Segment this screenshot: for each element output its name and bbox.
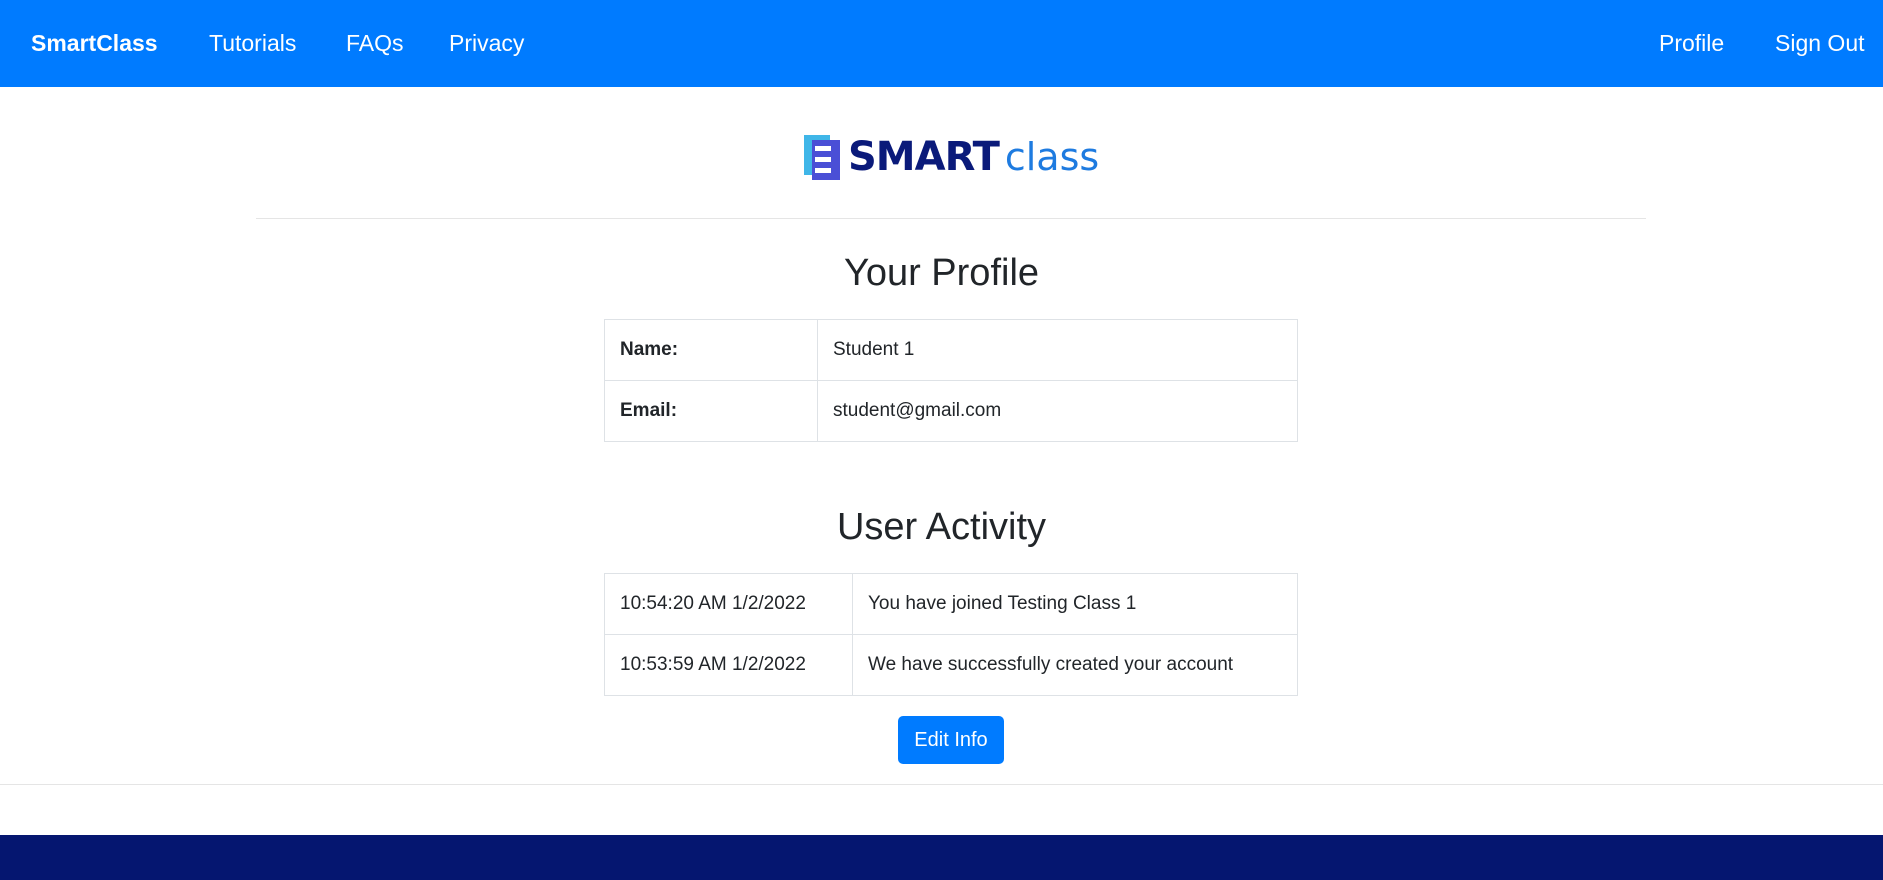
activity-time: 10:54:20 AM 1/2/2022 — [604, 573, 853, 635]
top-navbar: SmartClass Tutorials FAQs Privacy Profil… — [0, 0, 1883, 87]
nav-link-sign-out[interactable]: Sign Out — [1775, 0, 1865, 87]
email-value: student@gmail.com — [817, 380, 1298, 442]
logo-text-smart: SMART — [848, 134, 1000, 180]
header-divider — [256, 218, 1646, 219]
activity-table: 10:54:20 AM 1/2/2022 You have joined Tes… — [604, 573, 1298, 696]
table-row: 10:54:20 AM 1/2/2022 You have joined Tes… — [604, 573, 1298, 635]
activity-message: You have joined Testing Class 1 — [852, 573, 1298, 635]
table-row: 10:53:59 AM 1/2/2022 We have successfull… — [604, 634, 1298, 696]
profile-table: Name: Student 1 Email: student@gmail.com — [604, 319, 1298, 442]
name-label: Name: — [604, 319, 818, 381]
smartclass-logo: SMART class — [804, 133, 1099, 181]
profile-heading: Your Profile — [843, 252, 1040, 294]
activity-message: We have successfully created your accoun… — [852, 634, 1298, 696]
email-label: Email: — [604, 380, 818, 442]
logo-text-class: class — [1004, 135, 1100, 179]
activity-heading: User Activity — [836, 506, 1047, 548]
activity-time: 10:53:59 AM 1/2/2022 — [604, 634, 853, 696]
nav-link-tutorials[interactable]: Tutorials — [209, 0, 296, 87]
name-value: Student 1 — [817, 319, 1298, 381]
footer — [0, 835, 1883, 880]
logo-mark-icon — [804, 134, 840, 180]
nav-link-faqs[interactable]: FAQs — [346, 0, 404, 87]
table-row: Name: Student 1 — [604, 319, 1298, 381]
nav-link-profile[interactable]: Profile — [1659, 0, 1724, 87]
nav-link-privacy[interactable]: Privacy — [449, 0, 524, 87]
table-row: Email: student@gmail.com — [604, 380, 1298, 442]
brand-link[interactable]: SmartClass — [31, 0, 158, 87]
edit-info-button[interactable]: Edit Info — [898, 716, 1004, 764]
content-divider — [0, 784, 1883, 785]
